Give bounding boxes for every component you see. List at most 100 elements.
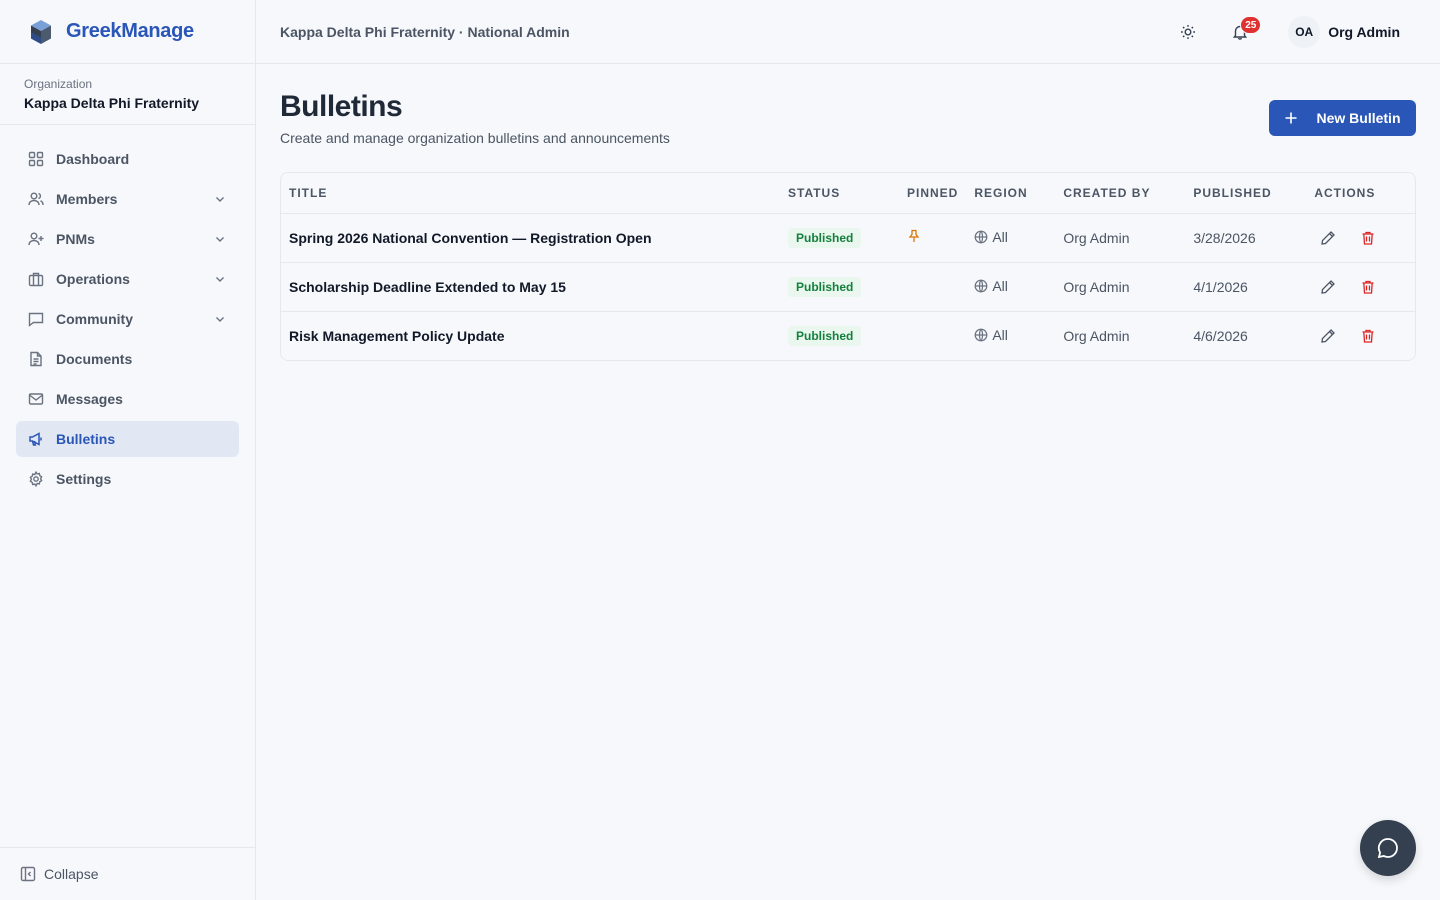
file-text-icon — [28, 351, 44, 367]
page-subtitle: Create and manage organization bulletins… — [280, 130, 670, 146]
created-by-cell: Org Admin — [1063, 327, 1130, 344]
organization-label: Organization — [24, 77, 93, 91]
sidebar-item-members[interactable]: Members — [16, 181, 239, 217]
dashboard-grid-icon — [28, 151, 44, 167]
column-header-region[interactable]: REGION — [966, 173, 1056, 214]
sidebar-item-community[interactable]: Community — [16, 301, 239, 337]
globe-icon — [974, 279, 988, 293]
topbar-actions: 25 OA Org Admin — [1170, 0, 1440, 64]
sidebar-item-label: Settings — [56, 471, 112, 487]
pencil-icon — [1321, 230, 1336, 245]
mail-icon — [28, 391, 44, 407]
created-by-cell: Org Admin — [1055, 213, 1186, 263]
page-title: Bulletins — [280, 90, 403, 123]
sidebar-item-operations[interactable]: Operations — [16, 261, 239, 297]
brand[interactable]: GreekManage — [0, 0, 255, 64]
edit-button[interactable] — [1314, 224, 1342, 252]
notifications-button[interactable]: 25 — [1222, 14, 1262, 50]
sidebar-item-dashboard[interactable]: Dashboard — [16, 141, 239, 177]
actions-cell — [1306, 311, 1415, 360]
sidebar-item-label: Messages — [56, 391, 123, 407]
sidebar-item-bulletins[interactable]: Bulletins — [16, 421, 239, 457]
chevron-down-icon[interactable] — [213, 232, 227, 246]
sidebar-item-pnms[interactable]: PNMs — [16, 221, 239, 257]
theme-toggle-button[interactable] — [1170, 14, 1206, 50]
published-date-cell: 3/28/2026 — [1185, 213, 1307, 263]
pinned-cell — [899, 311, 966, 360]
column-header-actions: ACTIONS — [1306, 173, 1415, 214]
pin-icon — [908, 229, 920, 242]
sidebar-item-label: Community — [56, 311, 133, 327]
megaphone-icon — [28, 431, 44, 447]
notification-count-badge: 25 — [1240, 16, 1262, 34]
created-by-cell: Org Admin — [1055, 262, 1186, 312]
briefcase-icon — [28, 271, 44, 287]
status-badge: Published — [788, 227, 862, 248]
main-content: Bulletins Create and manage organization… — [280, 64, 1416, 361]
trash-icon — [1362, 329, 1374, 343]
chevron-down-icon[interactable] — [213, 192, 227, 206]
region-cell: All — [966, 311, 1055, 360]
chat-bubble-icon — [1377, 838, 1398, 859]
pencil-icon — [1321, 328, 1336, 343]
bulletin-title[interactable]: Spring 2026 National Convention — Regist… — [281, 213, 780, 263]
sidebar-item-label: Members — [56, 191, 118, 207]
published-date-cell: 4/1/2026 — [1185, 262, 1307, 312]
sidebar-nav: Dashboard Members PNMs Operations Commun… — [0, 125, 255, 497]
brand-name: GreekManage — [66, 20, 194, 42]
topbar: Kappa Delta Phi Fraternity · National Ad… — [256, 0, 1440, 64]
bulletins-table-card: TITLE STATUS PINNED REGION CREATED BY PU… — [280, 172, 1416, 361]
trash-icon — [1362, 280, 1374, 294]
region-cell: All — [966, 262, 1056, 312]
user-menu[interactable]: OA Org Admin — [1288, 16, 1400, 48]
status-cell: Published — [780, 311, 899, 360]
actions-cell — [1306, 213, 1415, 263]
chevron-down-icon[interactable] — [213, 312, 227, 326]
sidebar: GreekManage Organization Kappa Delta Phi… — [0, 0, 256, 900]
table-header-row: TITLE STATUS PINNED REGION CREATED BY PU… — [281, 173, 1415, 214]
sidebar-item-messages[interactable]: Messages — [16, 381, 239, 417]
column-header-status[interactable]: STATUS — [780, 173, 899, 214]
user-name: Org Admin — [1328, 24, 1400, 40]
bulletin-title[interactable]: Risk Management Policy Update — [281, 311, 780, 360]
delete-button[interactable] — [1354, 322, 1382, 350]
plus-icon — [1284, 111, 1298, 125]
chat-button[interactable] — [1360, 820, 1416, 876]
status-cell: Published — [780, 262, 899, 312]
published-date-cell: 4/6/2026 — [1193, 327, 1248, 344]
region-value: All — [992, 228, 1008, 245]
status-cell: Published — [780, 213, 899, 263]
sidebar-item-settings[interactable]: Settings — [16, 461, 239, 497]
edit-button[interactable] — [1314, 273, 1342, 301]
column-header-pinned[interactable]: PINNED — [899, 173, 967, 214]
table-row[interactable]: Scholarship Deadline Extended to May 15 … — [281, 262, 1415, 312]
chevron-down-icon[interactable] — [213, 272, 227, 286]
sidebar-item-label: Operations — [56, 271, 130, 287]
region-value: All — [992, 326, 1008, 343]
region-cell: All — [966, 213, 1056, 263]
table-row[interactable]: Spring 2026 National Convention — Regist… — [281, 213, 1415, 263]
user-plus-icon — [28, 231, 44, 247]
bulletin-title[interactable]: Scholarship Deadline Extended to May 15 — [281, 262, 780, 312]
collapse-sidebar-button[interactable]: Collapse — [0, 847, 256, 900]
delete-button[interactable] — [1354, 224, 1382, 252]
status-badge: Published — [788, 276, 862, 297]
pinned-cell — [899, 213, 967, 263]
column-header-title[interactable]: TITLE — [281, 173, 780, 214]
panel-left-close-icon — [20, 866, 36, 882]
gear-icon — [28, 471, 44, 487]
column-header-created-by[interactable]: CREATED BY — [1055, 173, 1186, 214]
message-square-icon — [28, 311, 44, 327]
sidebar-item-documents[interactable]: Documents — [16, 341, 239, 377]
edit-button[interactable] — [1314, 322, 1342, 350]
sidebar-item-label: Bulletins — [56, 431, 116, 447]
pencil-icon — [1321, 279, 1336, 294]
sidebar-item-label: PNMs — [56, 231, 95, 247]
column-header-published[interactable]: PUBLISHED — [1185, 173, 1307, 214]
new-bulletin-button[interactable]: New Bulletin — [1269, 100, 1416, 136]
globe-icon — [974, 328, 988, 342]
actions-cell — [1306, 262, 1415, 312]
sidebar-item-label: Dashboard — [56, 151, 130, 167]
delete-button[interactable] — [1354, 273, 1382, 301]
table-row[interactable]: Risk Management Policy Update Published … — [281, 311, 1415, 360]
